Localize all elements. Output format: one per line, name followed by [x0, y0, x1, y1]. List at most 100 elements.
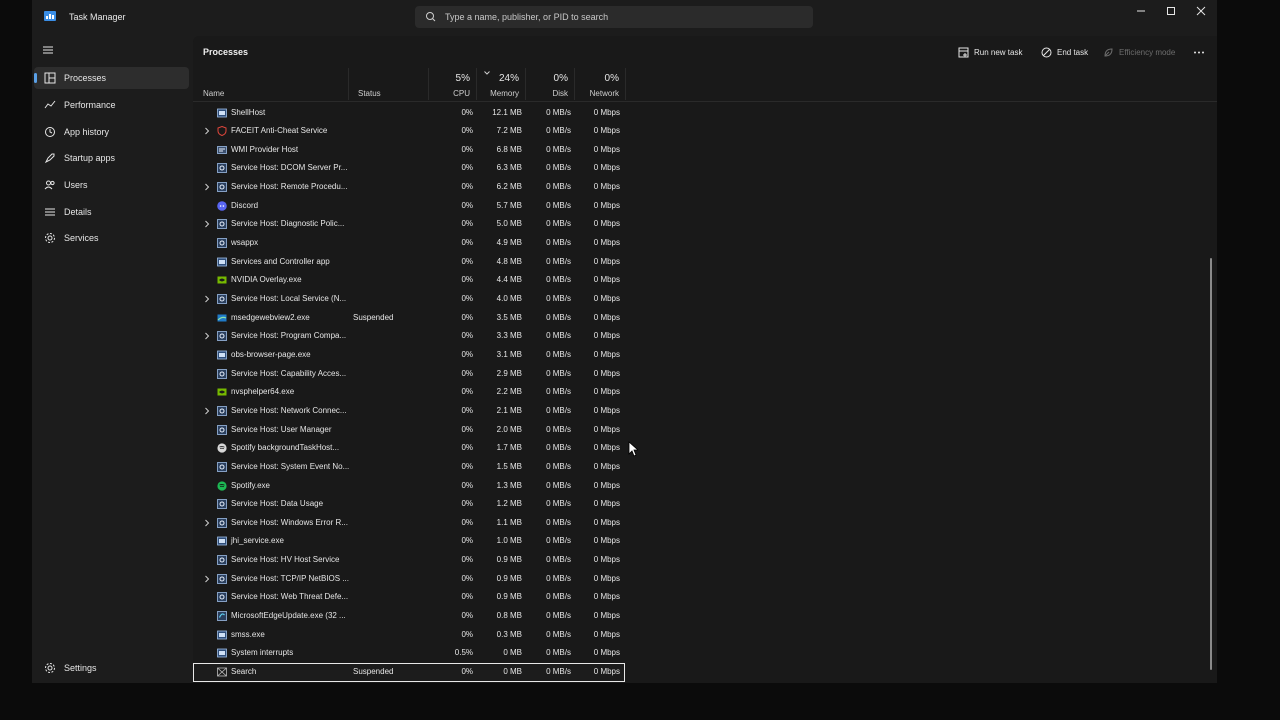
process-row[interactable]: Service Host: Remote Procedu... 0% 6.2 MB 0… [193, 178, 625, 197]
column-label: Status [358, 89, 381, 98]
sidebar-item-services[interactable]: Services [34, 227, 189, 249]
chevron-right-icon[interactable] [203, 575, 211, 583]
process-status [353, 439, 428, 458]
process-row[interactable]: Search Suspended 0% 0 MB 0 MB/s 0 Mbps [193, 663, 625, 682]
process-status [353, 458, 428, 477]
sidebar-item-processes[interactable]: Processes [34, 67, 189, 89]
column-header-status[interactable]: Status [348, 68, 429, 100]
process-disk: 0 MB/s [546, 555, 571, 565]
process-cpu: 0% [461, 405, 473, 415]
process-row[interactable]: Service Host: Capability Acces... 0% 2.9 M… [193, 365, 625, 384]
process-row[interactable]: Service Host: User Manager 0% 2.0 MB 0 MB/s… [193, 421, 625, 440]
process-status [353, 197, 428, 216]
process-name: smss.exe [231, 629, 265, 639]
process-row[interactable]: Service Host: Web Threat Defe... 0% 0.9 MB… [193, 588, 625, 607]
process-name: Service Host: Local Service (N... [231, 294, 347, 303]
process-row[interactable]: jhi_service.exe 0% 1.0 MB 0 MB/s 0 Mbps [193, 532, 625, 551]
process-row[interactable]: Services and Controller app 0% 4.8 MB 0 MB/… [193, 253, 625, 272]
process-cpu: 0% [461, 592, 473, 602]
nvidia-icon [217, 388, 227, 396]
sidebar-item-startup-apps[interactable]: Startup apps [34, 147, 189, 169]
process-row[interactable]: Service Host: System Event No... 0% 1.5 MB… [193, 458, 625, 477]
run-new-task-button[interactable]: Run new task [958, 45, 1022, 59]
process-network: 0 Mbps [593, 312, 620, 322]
process-status [353, 495, 428, 514]
chevron-right-icon[interactable] [203, 519, 211, 527]
process-row[interactable]: FACEIT Anti-Cheat Service 0% 7.2 MB 0 MB/s 0… [193, 122, 625, 141]
sidebar-item-details[interactable]: Details [34, 201, 189, 223]
process-row[interactable]: Service Host: DCOM Server Pr... 0% 6.3 MB 0… [193, 159, 625, 178]
chevron-right-icon[interactable] [203, 220, 211, 228]
process-network: 0 Mbps [593, 573, 620, 583]
efficiency-mode-button[interactable]: Efficiency mode [1103, 45, 1175, 59]
sidebar-item-users[interactable]: Users [34, 174, 189, 196]
process-row[interactable]: MicrosoftEdgeUpdate.exe (32 ... 0% 0.8 MB 0… [193, 607, 625, 626]
chevron-right-icon[interactable] [203, 407, 211, 415]
process-cpu: 0% [461, 144, 473, 154]
process-row[interactable]: Service Host: Network Connec... 0% 2.1 MB 0… [193, 402, 625, 421]
process-status [353, 383, 428, 402]
process-status [353, 104, 428, 123]
column-header-network[interactable]: 0% Network [575, 68, 626, 100]
column-header-cpu[interactable]: 5% CPU [429, 68, 477, 100]
discord-icon [217, 200, 227, 211]
process-cpu: 0% [461, 238, 473, 248]
sidebar-item-settings[interactable]: Settings [34, 658, 189, 678]
column-header-name[interactable]: Name [193, 68, 349, 100]
process-network: 0 Mbps [593, 387, 620, 397]
app-window-icon [217, 648, 227, 658]
process-row[interactable]: Discord 0% 5.7 MB 0 MB/s 0 Mbps [193, 197, 625, 216]
chevron-right-icon[interactable] [203, 183, 211, 191]
sidebar-item-label: Performance [64, 100, 116, 110]
process-row[interactable]: Service Host: Program Compa... 0% 3.3 MB 0 … [193, 327, 625, 346]
chevron-right-icon[interactable] [203, 295, 211, 303]
column-header-disk[interactable]: 0% Disk [526, 68, 575, 100]
process-memory: 0.8 MB [496, 611, 522, 621]
sidebar-item-label: Startup apps [64, 153, 116, 163]
close-button[interactable] [1186, 0, 1216, 22]
sidebar-item-app-history[interactable]: App history [34, 121, 189, 143]
process-row[interactable]: Service Host: Diagnostic Polic... 0% 5.0 M… [193, 215, 625, 234]
more-options-button[interactable] [1193, 45, 1210, 59]
sidebar-item-performance[interactable]: Performance [34, 94, 189, 116]
hamburger-menu-icon[interactable] [42, 45, 54, 55]
process-cpu: 0% [461, 499, 473, 509]
process-network: 0 Mbps [593, 219, 620, 229]
process-row[interactable]: wsappx 0% 4.9 MB 0 MB/s 0 Mbps [193, 234, 625, 253]
process-row[interactable]: System interrupts 0.5% 0 MB 0 MB/s 0 Mbps [193, 644, 625, 663]
process-cpu: 0% [461, 275, 473, 285]
app-window-icon [217, 350, 227, 360]
process-row[interactable]: ShellHost 0% 12.1 MB 0 MB/s 0 Mbps [193, 104, 625, 123]
sidebar: Processes Performance App history Startu… [32, 36, 192, 683]
search-input[interactable] [445, 9, 795, 25]
process-status: Suspended [353, 312, 394, 322]
process-row[interactable]: WMI Provider Host 0% 6.8 MB 0 MB/s 0 Mbps [193, 141, 625, 160]
minimize-button[interactable] [1126, 0, 1156, 22]
chevron-right-icon[interactable] [203, 127, 211, 135]
vertical-scrollbar[interactable] [1210, 258, 1212, 670]
process-row[interactable]: msedgewebview2.exe Suspended 0% 3.5 MB 0 MB/… [193, 309, 625, 328]
column-header-memory[interactable]: 24% Memory [477, 68, 526, 100]
process-row[interactable]: Service Host: TCP/IP NetBIOS ... 0% 0.9 MB… [193, 570, 625, 589]
process-row[interactable]: nvsphelper64.exe 0% 2.2 MB 0 MB/s 0 Mbps [193, 383, 625, 402]
process-memory: 3.1 MB [496, 349, 522, 359]
process-row[interactable]: Spotify.exe 0% 1.3 MB 0 MB/s 0 Mbps [193, 477, 625, 496]
process-memory: 6.3 MB [496, 163, 522, 173]
process-row[interactable]: NVIDIA Overlay.exe 0% 4.4 MB 0 MB/s 0 Mbps [193, 271, 625, 290]
search-box[interactable] [415, 6, 813, 28]
process-row[interactable]: obs-browser-page.exe 0% 3.1 MB 0 MB/s 0 Mbps [193, 346, 625, 365]
chevron-right-icon[interactable] [203, 332, 211, 340]
process-memory: 6.2 MB [496, 182, 522, 192]
maximize-button[interactable] [1156, 0, 1186, 22]
end-task-button[interactable]: End task [1041, 45, 1088, 59]
process-row[interactable]: Service Host: Windows Error R... 0% 1.1 MB… [193, 514, 625, 533]
process-row[interactable]: Spotify backgroundTaskHost... 0% 1.7 MB 0 M… [193, 439, 625, 458]
process-row[interactable]: smss.exe 0% 0.3 MB 0 MB/s 0 Mbps [193, 626, 625, 645]
task-manager-window: Task Manager Processes [32, 0, 1217, 683]
spotify-gray-icon [217, 443, 227, 453]
process-row[interactable]: Service Host: Local Service (N... 0% 4.0 M… [193, 290, 625, 309]
process-memory: 0 MB [503, 648, 522, 658]
process-row[interactable]: Service Host: HV Host Service 0% 0.9 MB 0 M… [193, 551, 625, 570]
process-row[interactable]: Service Host: Data Usage 0% 1.2 MB 0 MB/s 0 … [193, 495, 625, 514]
processes-icon [44, 72, 56, 84]
